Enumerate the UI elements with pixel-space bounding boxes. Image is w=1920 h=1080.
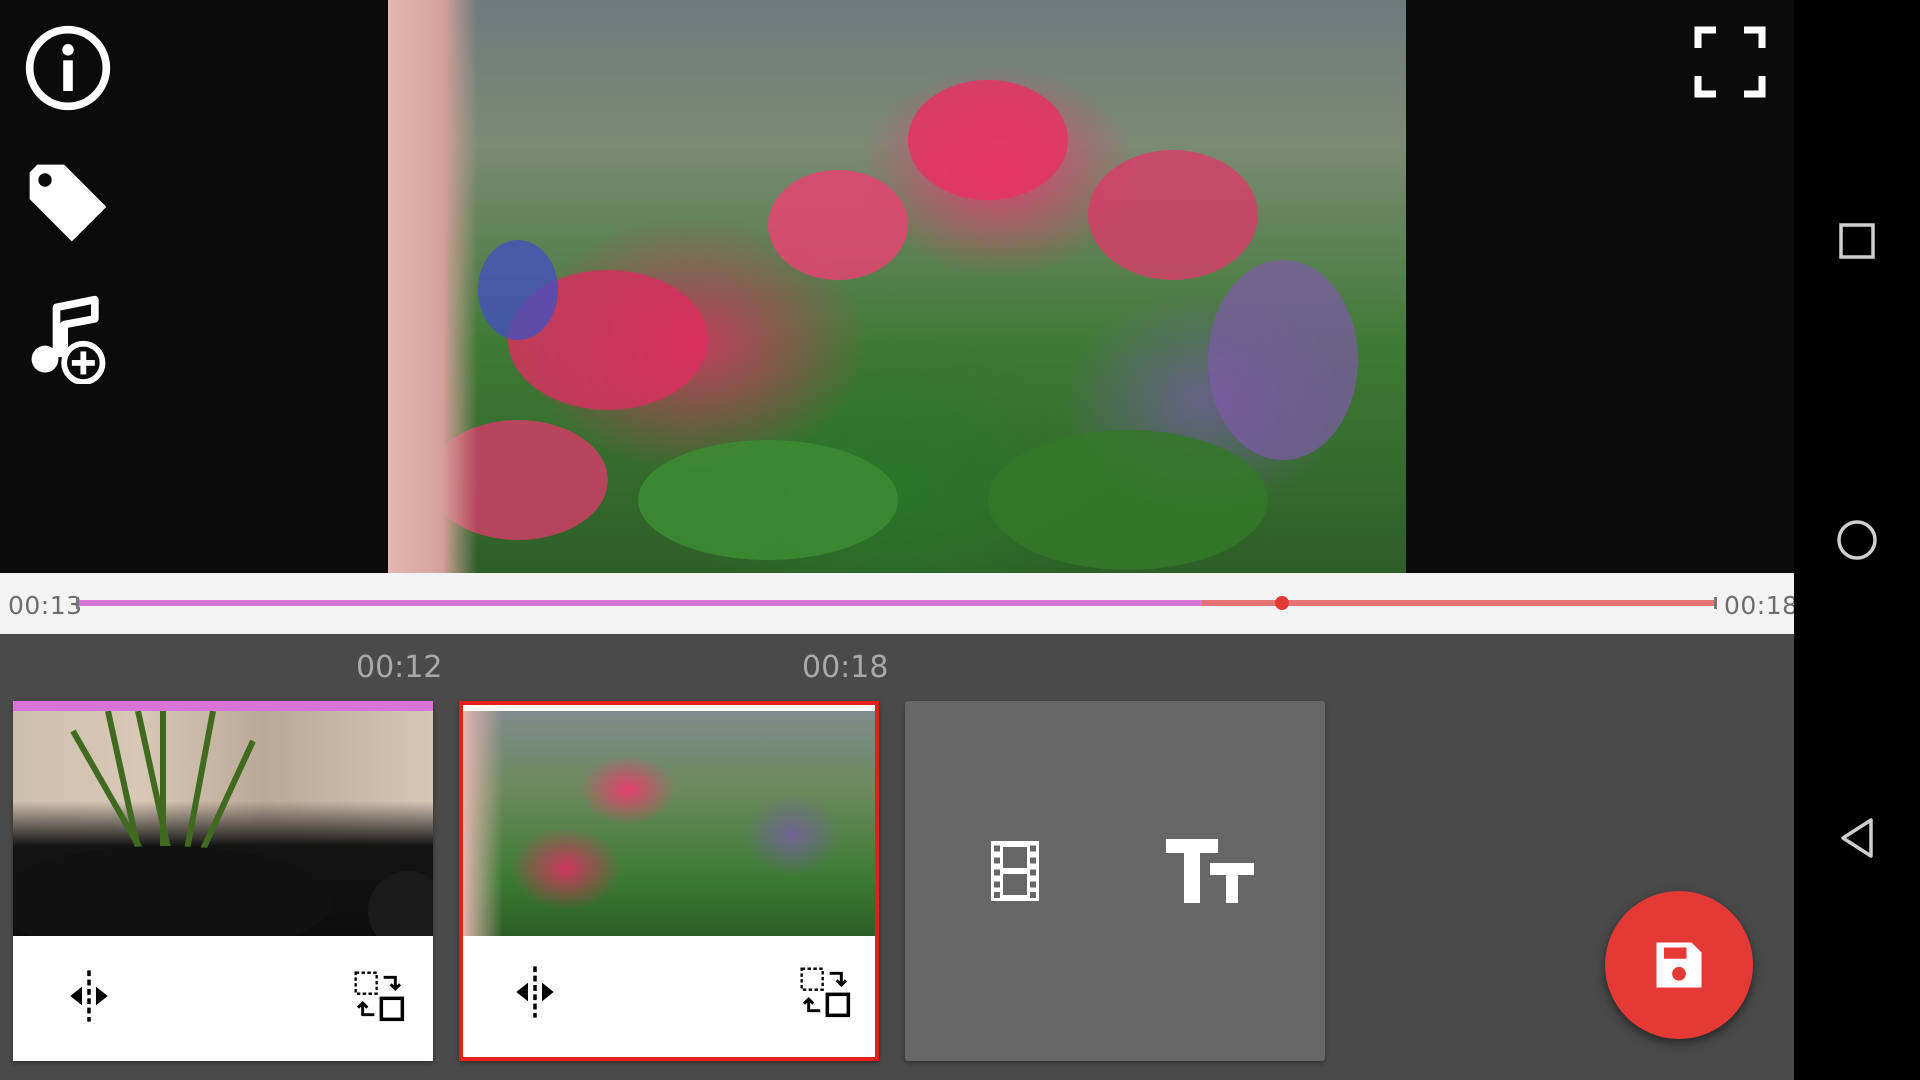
clip-2-end-time: 00:18 bbox=[802, 650, 889, 685]
swap-icon bbox=[800, 967, 851, 1018]
add-video-clip-button[interactable] bbox=[955, 811, 1075, 931]
tag-button[interactable] bbox=[20, 155, 116, 251]
add-item-card bbox=[905, 701, 1325, 1061]
split-icon bbox=[516, 966, 554, 1018]
save-icon bbox=[1656, 942, 1702, 988]
seek-track[interactable] bbox=[76, 596, 1717, 610]
triangle-back-icon bbox=[1841, 818, 1873, 858]
clip-1-end-time: 00:12 bbox=[356, 650, 443, 685]
square-icon bbox=[1839, 223, 1875, 259]
split-clip-button[interactable] bbox=[505, 960, 565, 1024]
circle-icon bbox=[1837, 520, 1877, 560]
video-frame[interactable] bbox=[388, 0, 1406, 573]
info-icon bbox=[25, 25, 111, 111]
home-button[interactable] bbox=[1827, 510, 1887, 570]
fullscreen-button[interactable] bbox=[1690, 22, 1770, 102]
playback-scrubber: 00:13 00:18 bbox=[0, 573, 1798, 634]
film-icon bbox=[991, 841, 1039, 901]
side-toolbar bbox=[0, 0, 135, 573]
current-time-label: 00:13 bbox=[8, 591, 83, 620]
info-button[interactable] bbox=[20, 20, 116, 116]
clip-timeline: 00:12 00:18 bbox=[0, 634, 1794, 1080]
played-progress bbox=[79, 600, 1203, 606]
split-icon bbox=[70, 970, 108, 1022]
add-music-button[interactable] bbox=[20, 290, 116, 386]
clip-thumbnail bbox=[463, 711, 875, 936]
playhead-thumb[interactable] bbox=[1275, 596, 1290, 610]
clip-card-2[interactable] bbox=[459, 701, 879, 1061]
clip-thumbnail bbox=[13, 711, 433, 936]
split-clip-button[interactable] bbox=[59, 964, 119, 1028]
add-text-button[interactable] bbox=[1150, 811, 1270, 931]
end-time-label: 00:18 bbox=[1724, 591, 1799, 620]
clip-actions bbox=[13, 936, 433, 1061]
music-add-icon bbox=[31, 295, 106, 384]
system-nav-bar bbox=[1794, 0, 1920, 1080]
clip-card-1[interactable] bbox=[13, 701, 433, 1061]
text-size-icon bbox=[1166, 839, 1254, 903]
replace-clip-button[interactable] bbox=[795, 960, 855, 1024]
recents-button[interactable] bbox=[1827, 211, 1887, 271]
clip-accent-bar bbox=[13, 701, 433, 711]
clip-actions bbox=[463, 932, 875, 1057]
save-fab-button[interactable] bbox=[1605, 891, 1753, 1039]
back-button[interactable] bbox=[1827, 808, 1887, 868]
video-preview bbox=[0, 0, 1794, 573]
swap-icon bbox=[354, 971, 405, 1022]
replace-clip-button[interactable] bbox=[349, 964, 409, 1028]
tag-icon bbox=[29, 164, 107, 242]
fullscreen-icon bbox=[1694, 26, 1766, 98]
